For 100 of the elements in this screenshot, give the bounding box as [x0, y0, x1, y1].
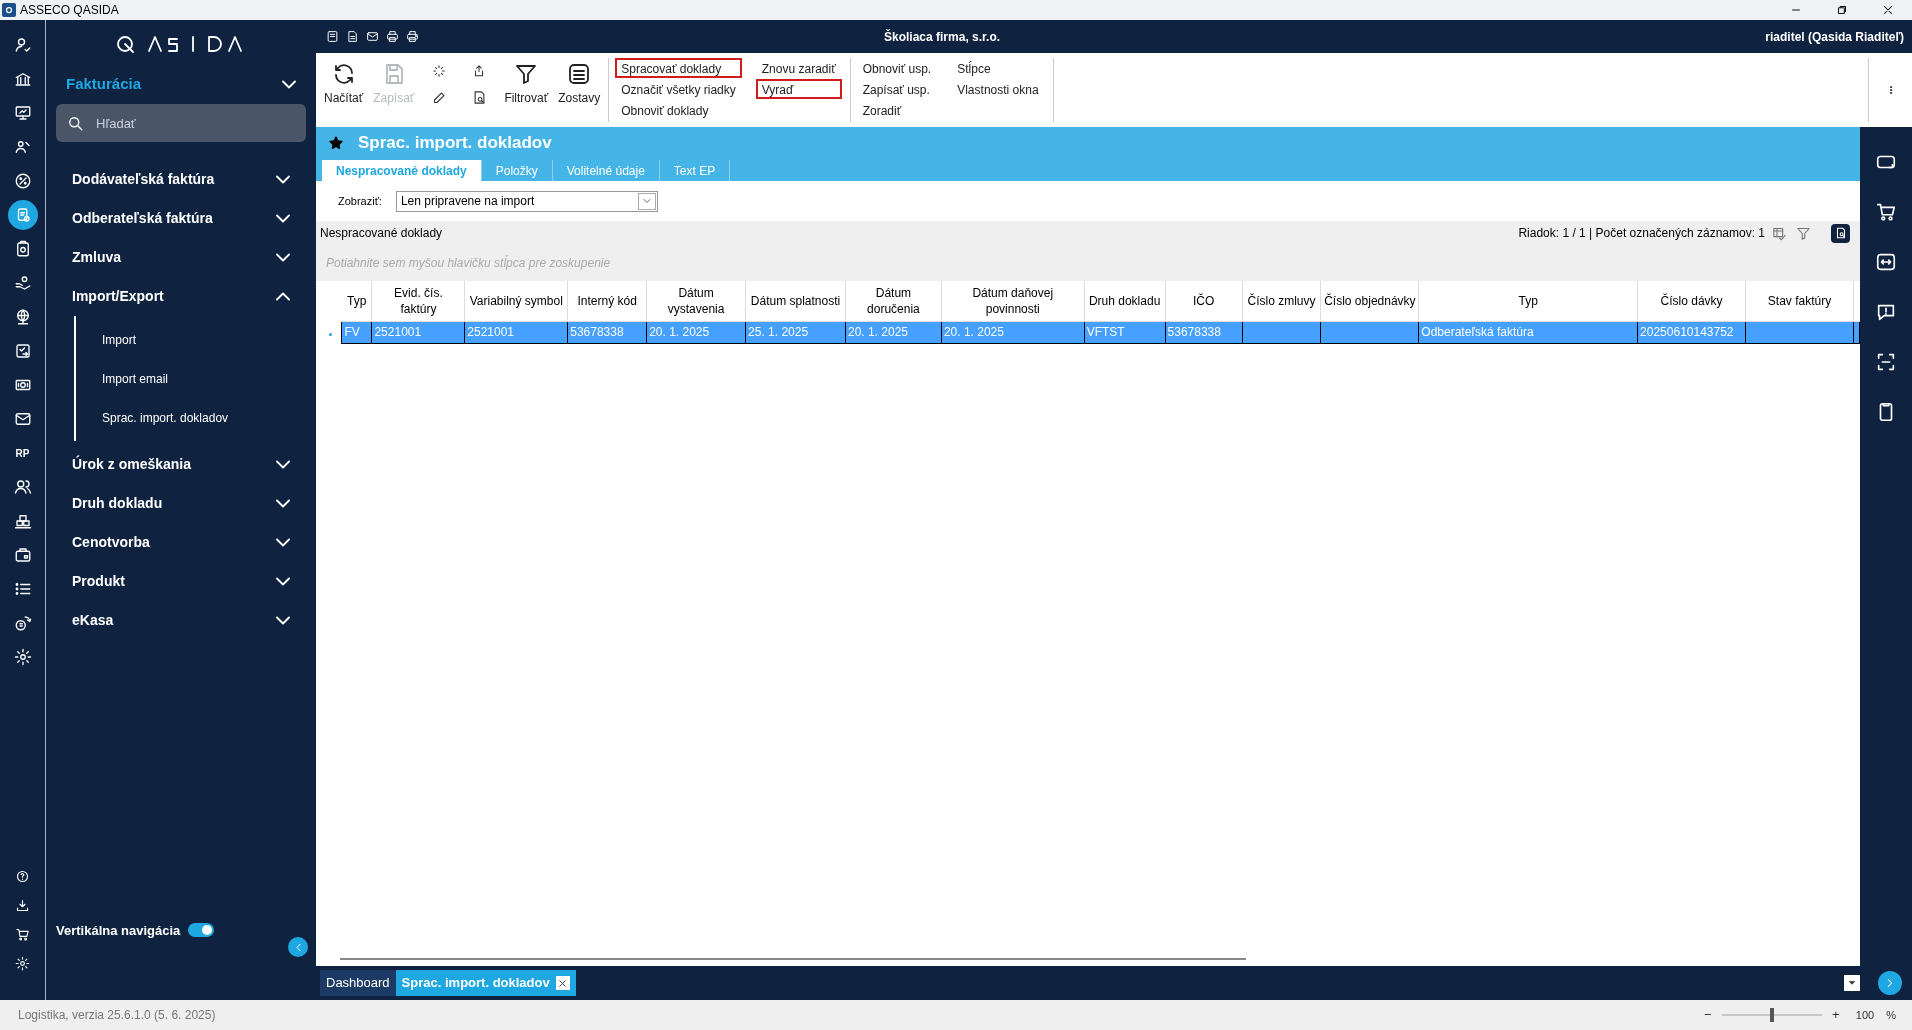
- column-header[interactable]: Číslo objednávky: [1320, 281, 1419, 321]
- collapse-button[interactable]: [288, 937, 308, 957]
- nav-group[interactable]: Import/Export: [72, 277, 290, 316]
- next-button[interactable]: [1878, 971, 1902, 995]
- toolbar-action[interactable]: Zapísať usp.: [856, 79, 938, 99]
- quick-action-button[interactable]: [384, 28, 400, 45]
- star-icon: [328, 135, 344, 151]
- nav-group[interactable]: Produkt: [72, 562, 290, 601]
- window-title: ASSECO QASIDA: [20, 2, 119, 19]
- document-tab[interactable]: Dashboard: [320, 970, 396, 996]
- column-header[interactable]: Druh dokladu: [1084, 281, 1166, 321]
- printer-icon: [385, 30, 399, 43]
- toolbar-action[interactable]: Obnoviť usp.: [856, 58, 938, 78]
- chevron-down-icon: [276, 253, 290, 262]
- search-field[interactable]: Hľadať: [56, 104, 306, 142]
- module-selector[interactable]: Fakturácia: [66, 68, 296, 100]
- nav-group[interactable]: Odberateľská faktúra: [72, 199, 290, 238]
- toolbar-button[interactable]: Načítať: [324, 58, 364, 107]
- nav-group[interactable]: Dodávateľská faktúra: [72, 160, 290, 199]
- nav-group[interactable]: Druh dokladu: [72, 484, 290, 523]
- user-name: riaditel (Qasida Riaditeľ): [1765, 28, 1904, 46]
- users-icon: [13, 478, 32, 496]
- download-icon: [15, 897, 30, 913]
- table-cell: 20. 1. 2025: [941, 321, 1085, 343]
- zoom-value: 100: [1855, 1007, 1875, 1023]
- toolbar-action[interactable]: Obnoviť doklady: [615, 100, 742, 120]
- toolbar-button[interactable]: Zostavy: [558, 58, 601, 107]
- toolbar-action[interactable]: Označiť všetky riadky: [615, 79, 742, 99]
- chevron-down-icon: [276, 460, 290, 469]
- toolbar-action[interactable]: Znovu zaradiť: [755, 58, 842, 78]
- column-header[interactable]: Dátum doručenia: [845, 281, 942, 321]
- zoom-unit: %: [1886, 1007, 1896, 1023]
- user-check-icon: [13, 36, 32, 54]
- scrollbar-thumb[interactable]: [340, 958, 1246, 960]
- toolbar-action[interactable]: Stĺpce: [951, 58, 1045, 78]
- column-header[interactable]: Dátum vystavenia: [646, 281, 746, 321]
- preview-button[interactable]: [1831, 223, 1850, 243]
- chevron-down-icon: [276, 214, 290, 223]
- currency-exchange-icon: [13, 614, 32, 632]
- column-header[interactable]: Číslo zmluvy: [1242, 281, 1321, 321]
- hand-coins-icon: [13, 274, 32, 292]
- column-header[interactable]: IČO: [1165, 281, 1243, 321]
- scan-icon: [1875, 351, 1897, 373]
- nav-item[interactable]: Import email: [102, 359, 316, 398]
- nav-group[interactable]: Úrok z omeškania: [72, 445, 290, 484]
- column-header[interactable]: Variabilný symbol: [464, 281, 568, 321]
- grid-caption: Nespracované doklady: [320, 225, 443, 242]
- table-cell: Odberateľská faktúra: [1418, 321, 1638, 343]
- user-key-icon: [13, 138, 32, 156]
- toolbar-action[interactable]: Zoradiť: [856, 100, 938, 120]
- zoom-out-button[interactable]: −: [1701, 1005, 1714, 1025]
- tab-list-button[interactable]: [1844, 975, 1860, 991]
- toolbar-action[interactable]: Vlastnosti okna: [951, 79, 1045, 99]
- bank-icon: [13, 70, 32, 88]
- toolbar-action[interactable]: Vyraď: [755, 79, 842, 99]
- column-header[interactable]: Evid. čís. faktúry: [371, 281, 465, 321]
- cart-icon: [1875, 201, 1897, 223]
- chevron-down-icon: [276, 538, 290, 547]
- restore-icon: [1835, 3, 1849, 17]
- select-columns-button[interactable]: [1771, 225, 1787, 241]
- nav-rail-button[interactable]: RP: [7, 438, 38, 468]
- quick-action-button[interactable]: [404, 28, 420, 45]
- group-hint: Potiahnite sem myšou hlavičku stĺpca pre zoskupenie: [326, 254, 611, 272]
- column-header[interactable]: Interný kód: [567, 281, 647, 321]
- cart-icon: [15, 926, 30, 942]
- nav-item[interactable]: Sprac. import. dokladov: [102, 398, 316, 437]
- nav-group[interactable]: Cenotvorba: [72, 523, 290, 562]
- table-cell: FV: [341, 321, 372, 343]
- mail-icon: [365, 30, 379, 43]
- chevron-down-icon: [276, 616, 290, 625]
- chevron-down-icon: [276, 499, 290, 508]
- nav-rail-button[interactable]: [7, 200, 38, 230]
- column-header[interactable]: Stav faktúry: [1745, 281, 1854, 321]
- toolbar-action[interactable]: Spracovať doklady: [615, 58, 742, 78]
- column-header[interactable]: Dátum daňovej povinnosti: [941, 281, 1085, 321]
- zoom-slider[interactable]: [1721, 1008, 1822, 1022]
- column-header[interactable]: Číslo dávky: [1637, 281, 1746, 321]
- filter-dropdown[interactable]: Len pripravene na import: [395, 190, 658, 212]
- zoom-slider-thumb[interactable]: [1769, 1008, 1774, 1022]
- settings-icon: [15, 955, 30, 971]
- toggle-switch[interactable]: [188, 923, 215, 938]
- close-tab-button[interactable]: [555, 976, 570, 990]
- presentation-icon: [13, 104, 32, 122]
- nav-group[interactable]: Zmluva: [72, 238, 290, 277]
- grid-status: Riadok: 1 / 1 | Počet označených záznamov: 1: [1518, 225, 1765, 242]
- nav-item[interactable]: Import: [102, 320, 316, 359]
- caret-down-icon: [1847, 978, 1857, 988]
- list-icon: [567, 62, 592, 86]
- column-header[interactable]: Typ: [1418, 281, 1638, 321]
- nav-group[interactable]: eKasa: [72, 601, 290, 640]
- chevron-down-icon: [276, 175, 290, 184]
- column-header[interactable]: Typ: [341, 281, 372, 321]
- filter-button[interactable]: [1795, 225, 1811, 241]
- page-title: Sprac. import. dokladov: [358, 132, 552, 155]
- column-header[interactable]: Dátum splatnosti: [745, 281, 846, 321]
- list-icon: [13, 580, 32, 598]
- zoom-in-button[interactable]: +: [1829, 1005, 1842, 1025]
- toolbar-button[interactable]: Filtrovať: [504, 58, 549, 107]
- help-icon: [15, 868, 30, 884]
- filter-label: Zobraziť:: [338, 193, 382, 209]
